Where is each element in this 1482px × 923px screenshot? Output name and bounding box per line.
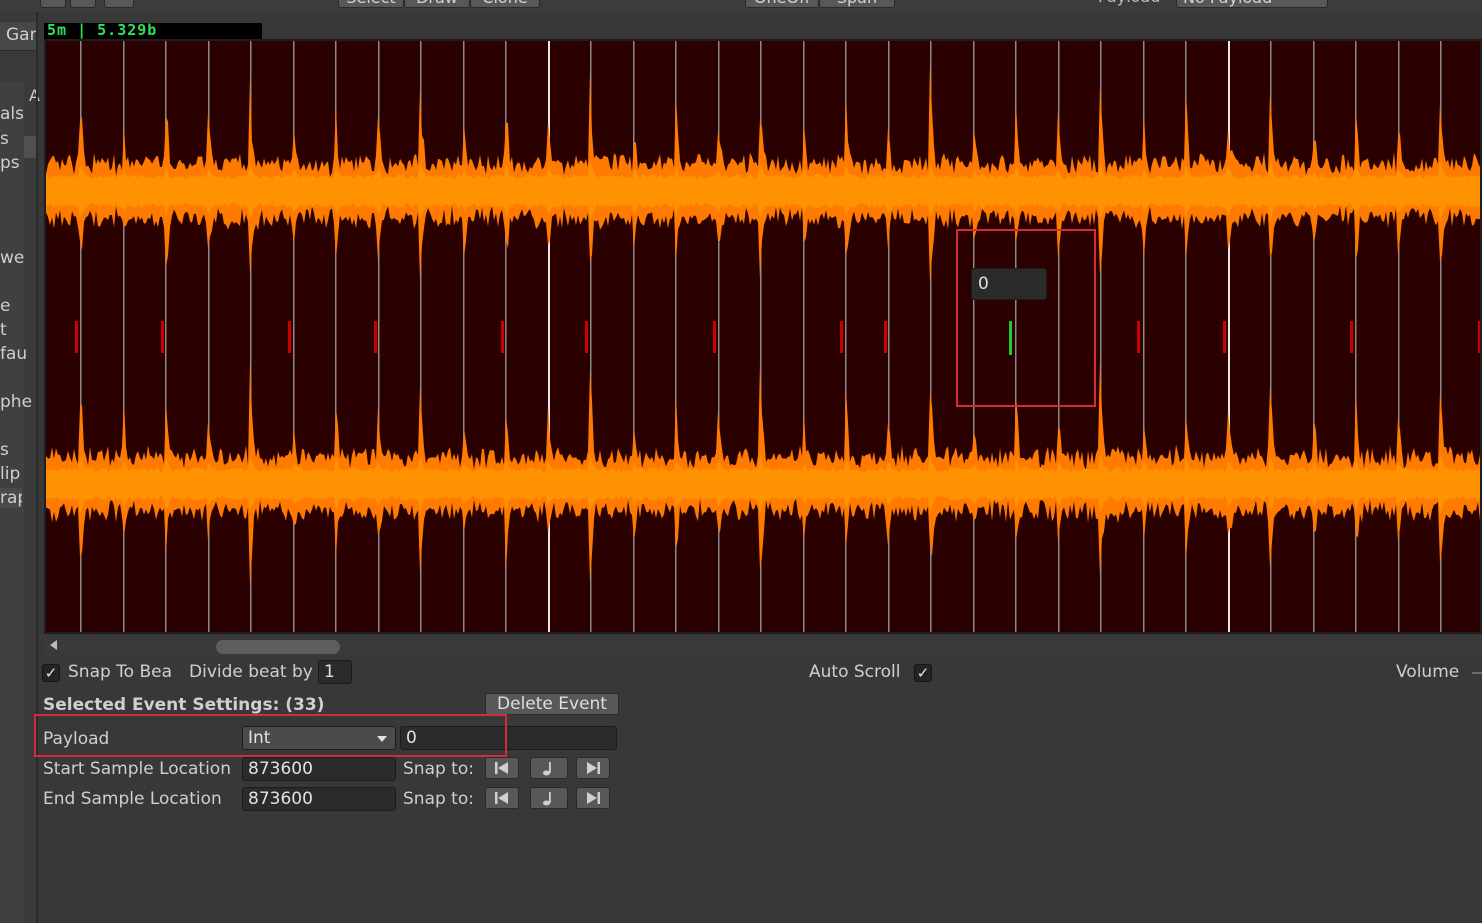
- volume-slider[interactable]: [1472, 672, 1482, 674]
- mode-draw-button[interactable]: Draw: [404, 0, 470, 8]
- beat-grid-line: [1313, 41, 1315, 632]
- beat-grid-line: [1398, 41, 1400, 632]
- left-item-selected[interactable]: rap: [0, 488, 22, 508]
- scroll-left-arrow-icon[interactable]: [50, 640, 57, 650]
- end-snap-prev-button[interactable]: [485, 787, 519, 809]
- left-panel-column-header: A: [29, 86, 40, 105]
- snap-to-beat-label: Snap To Bea: [68, 662, 173, 682]
- beat-grid-line: [293, 41, 295, 632]
- event-marker[interactable]: [840, 321, 843, 353]
- skip-back-icon: [495, 792, 508, 804]
- left-item[interactable]: s: [0, 129, 9, 149]
- oneoff-button[interactable]: OneOff: [745, 0, 819, 8]
- span-button[interactable]: Span: [819, 0, 895, 8]
- beat-grid-line: [123, 41, 125, 632]
- beat-grid-line: [633, 41, 635, 632]
- end-snap-next-button[interactable]: [576, 787, 610, 809]
- timeline-scrollbar[interactable]: [44, 636, 1482, 656]
- delete-event-button[interactable]: Delete Event: [485, 693, 619, 715]
- end-snap-label: Snap to:: [403, 789, 474, 809]
- event-marker[interactable]: [585, 321, 588, 353]
- event-marker[interactable]: [1478, 321, 1480, 353]
- left-item[interactable]: phe: [0, 392, 32, 412]
- left-item[interactable]: lip: [0, 464, 20, 484]
- divide-beat-label: Divide beat by: [189, 662, 313, 682]
- auto-scroll-label: Auto Scroll: [809, 662, 901, 682]
- event-marker[interactable]: [1137, 321, 1140, 353]
- event-settings-title: Selected Event Settings: (33): [43, 695, 325, 715]
- start-sample-field[interactable]: 873600: [242, 757, 396, 781]
- event-marker[interactable]: [1223, 321, 1226, 353]
- event-marker[interactable]: [161, 321, 164, 353]
- skip-forward-icon: [587, 792, 600, 804]
- end-snap-beat-button[interactable]: [530, 787, 568, 809]
- waveform-timeline[interactable]: 0: [44, 39, 1482, 634]
- start-snap-next-button[interactable]: [576, 757, 610, 779]
- left-item[interactable]: e: [0, 296, 10, 316]
- time-readout: 5m | 5.329b: [44, 21, 262, 39]
- left-item[interactable]: ps: [0, 153, 20, 173]
- left-panel-tab[interactable]: Gar: [0, 22, 38, 51]
- checkmark-icon: ✓: [916, 664, 930, 682]
- start-snap-beat-button[interactable]: [530, 757, 568, 779]
- start-sample-label: Start Sample Location: [43, 759, 231, 779]
- options-dropdown-button[interactable]: [104, 0, 134, 8]
- panel-divider[interactable]: [36, 12, 38, 923]
- event-marker[interactable]: [884, 321, 887, 353]
- skip-back-icon: [495, 762, 508, 774]
- snap-to-beat-checkbox[interactable]: ✓: [42, 664, 60, 682]
- event-marker[interactable]: [75, 321, 78, 353]
- volume-label: Volume: [1396, 662, 1460, 682]
- left-item[interactable]: we: [0, 248, 24, 268]
- left-item[interactable]: als: [0, 104, 24, 124]
- event-marker[interactable]: [713, 321, 716, 353]
- selected-event-highlight: [956, 229, 1096, 407]
- auto-scroll-checkbox[interactable]: ✓: [914, 664, 932, 682]
- event-marker[interactable]: [374, 321, 377, 353]
- event-marker[interactable]: [501, 321, 504, 353]
- left-item[interactable]: fau: [0, 344, 27, 364]
- left-item[interactable]: s: [0, 440, 9, 460]
- mode-select-button[interactable]: Select: [338, 0, 404, 8]
- start-snap-label: Snap to:: [403, 759, 474, 779]
- left-item[interactable]: t: [0, 320, 7, 340]
- play-button[interactable]: [40, 0, 66, 8]
- left-panel-scroll-handle[interactable]: [24, 136, 36, 158]
- stop-button[interactable]: [70, 0, 96, 8]
- beat-grid-line: [1228, 41, 1230, 632]
- music-note-icon: [543, 792, 551, 806]
- start-snap-prev-button[interactable]: [485, 757, 519, 779]
- event-marker[interactable]: [1350, 321, 1353, 353]
- music-note-icon: [543, 762, 551, 776]
- beat-grid-line: [718, 41, 720, 632]
- event-payload-field[interactable]: 0: [971, 268, 1047, 300]
- skip-forward-icon: [587, 762, 600, 774]
- scrollbar-thumb[interactable]: [216, 640, 340, 654]
- end-sample-label: End Sample Location: [43, 789, 222, 809]
- payload-highlight: [34, 714, 507, 757]
- checkmark-icon: ✓: [44, 664, 58, 682]
- mode-clone-button[interactable]: Clone: [470, 0, 540, 8]
- event-marker[interactable]: [288, 321, 291, 353]
- waveform-canvas[interactable]: [46, 41, 1480, 632]
- end-sample-field[interactable]: 873600: [242, 787, 396, 811]
- divide-beat-field[interactable]: 1: [318, 660, 352, 684]
- toolbar-payload-dropdown[interactable]: No Payload: [1176, 0, 1328, 8]
- top-toolbar: Select Draw Clone OneOff Span Payload No…: [0, 0, 1482, 12]
- toolbar-payload-label: Payload: [1098, 0, 1160, 8]
